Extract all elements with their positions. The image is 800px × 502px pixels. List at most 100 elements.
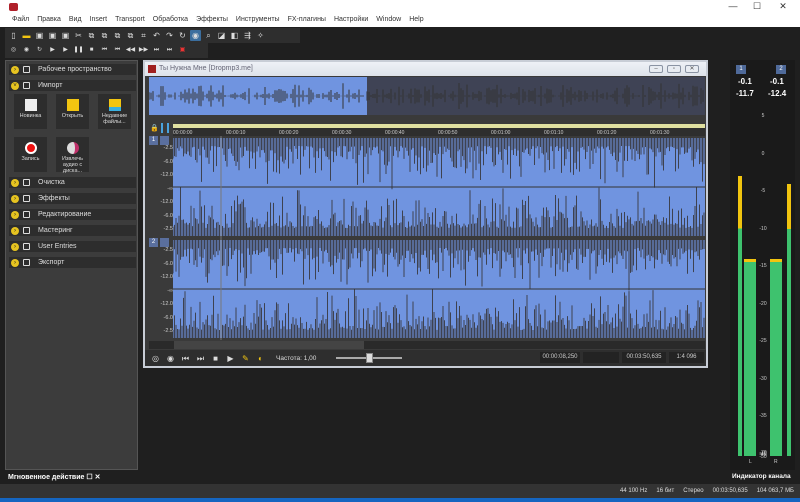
zoom-tool-icon[interactable]: ⌕ <box>203 30 214 41</box>
tile-new[interactable]: Новинка <box>14 94 47 129</box>
maximize-button[interactable]: ☐ <box>746 0 768 13</box>
waveform-area[interactable] <box>173 136 705 340</box>
repeat-icon[interactable]: ↻ <box>177 30 188 41</box>
chevron-down-icon: ˅ <box>11 82 19 90</box>
doc-close-button[interactable]: ✕ <box>685 65 699 73</box>
section-3[interactable]: ›Мастеринг <box>9 225 136 236</box>
doc-restore-button[interactable]: ▫ <box>667 65 681 73</box>
save-as-icon[interactable]: ▣ <box>47 30 58 41</box>
go-start-icon[interactable]: ⏮ <box>99 45 110 56</box>
save-icon[interactable]: ▣ <box>34 30 45 41</box>
loop-icon[interactable]: ◎ <box>150 353 161 364</box>
menu-item[interactable]: Help <box>405 13 427 27</box>
meter-channel-2[interactable]: 2 <box>776 65 786 74</box>
go-end-icon[interactable]: ⏭ <box>164 45 175 56</box>
section-2[interactable]: ›Редактирование <box>9 209 136 220</box>
new-icon[interactable]: ▯ <box>8 30 19 41</box>
region-icon[interactable]: ⇶ <box>242 30 253 41</box>
cut-icon[interactable]: ✂ <box>73 30 84 41</box>
menu-item[interactable]: Правка <box>33 13 65 27</box>
db-label: -2.5 <box>149 145 173 151</box>
menu-item[interactable]: Файл <box>8 13 33 27</box>
horizontal-scrollbar[interactable] <box>149 341 705 349</box>
menu-item[interactable]: Эффекты <box>192 13 232 27</box>
db-label: -6.0 <box>149 315 173 321</box>
status-item: 44 100 Hz <box>620 488 647 494</box>
meter-channel-1[interactable]: 1 <box>736 65 746 74</box>
track-number-2[interactable]: 2 <box>149 238 158 247</box>
collapse-track-button[interactable] <box>160 238 169 247</box>
section-label: Очистка <box>38 179 65 186</box>
fast-forward-icon[interactable]: ▶▶ <box>138 45 149 56</box>
rewind-icon[interactable]: ◀◀ <box>125 45 136 56</box>
menu-item[interactable]: Инструменты <box>232 13 284 27</box>
section-workspace[interactable]: ›Рабочее пространство <box>9 64 136 75</box>
play-icon[interactable]: ▶ <box>60 45 71 56</box>
section-icon <box>23 211 30 218</box>
pencil-icon[interactable]: ✎ <box>240 353 251 364</box>
select-icon[interactable]: ◧ <box>229 30 240 41</box>
paste-icon[interactable]: ⧉ <box>99 30 110 41</box>
pause-icon[interactable]: ❚❚ <box>73 45 84 56</box>
prev-marker-icon[interactable]: ⏮ <box>112 45 123 56</box>
track-number-1[interactable]: 1 <box>149 136 158 145</box>
play-icon[interactable]: ▶ <box>225 353 236 364</box>
lock-icon[interactable]: 🔒 <box>150 124 159 132</box>
overview-waveform[interactable] <box>149 77 705 115</box>
edit-tool-icon[interactable]: ◉ <box>190 30 201 41</box>
section-import[interactable]: ˅Импорт <box>9 80 136 91</box>
section-4[interactable]: ›User Entries <box>9 241 136 252</box>
copy-icon[interactable]: ⧉ <box>86 30 97 41</box>
float-icon[interactable]: ☐ <box>86 474 92 481</box>
help-icon[interactable]: ✧ <box>255 30 266 41</box>
skip-end-icon[interactable]: ⏭ <box>195 353 206 364</box>
minimize-button[interactable]: — <box>722 0 744 13</box>
next-marker-icon[interactable]: ⏭ <box>151 45 162 56</box>
section-5[interactable]: ›Экспорт <box>9 257 136 268</box>
tile-record[interactable]: Запись <box>14 137 47 172</box>
tile-open[interactable]: Открыть <box>56 94 89 129</box>
rate-slider[interactable] <box>336 353 402 363</box>
menu-item[interactable]: Настройки <box>330 13 372 27</box>
timeline-ruler[interactable]: 00:00:0000:00:1000:00:2000:00:3000:00:40… <box>173 124 705 136</box>
play-from-start-icon[interactable]: ▶ <box>47 45 58 56</box>
doc-minimize-button[interactable]: – <box>649 65 663 73</box>
save-all-icon[interactable]: ▣ <box>60 30 71 41</box>
peak-readout: -0.1 <box>738 77 752 86</box>
envelope-icon[interactable]: ◪ <box>216 30 227 41</box>
stop-icon[interactable]: ■ <box>86 45 97 56</box>
record-button-icon[interactable]: ▣ <box>177 45 188 56</box>
record-mode-icon[interactable]: ◉ <box>165 353 176 364</box>
menu-item[interactable]: Transport <box>111 13 149 27</box>
close-button[interactable]: ✕ <box>772 0 794 13</box>
section-1[interactable]: ›Эффекты <box>9 193 136 204</box>
skip-start-icon[interactable]: ⏮ <box>180 353 191 364</box>
tile-recent[interactable]: Недавние файлы... <box>98 94 131 129</box>
db-label: -∞ <box>149 186 173 192</box>
tile-extract-cd[interactable]: Извлечь аудио с диска... <box>56 137 89 172</box>
open-icon[interactable]: ▬ <box>21 30 32 41</box>
db-label: -2.5 <box>149 328 173 334</box>
collapse-track-button[interactable] <box>160 136 169 145</box>
loop-icon[interactable]: ◎ <box>8 45 19 56</box>
menu-item[interactable]: Вид <box>65 13 86 27</box>
refresh-icon[interactable]: ↻ <box>34 45 45 56</box>
paste-new-icon[interactable]: ⧉ <box>112 30 123 41</box>
record-mode-icon[interactable]: ◉ <box>21 45 32 56</box>
menu-item[interactable]: Insert <box>86 13 112 27</box>
close-panel-icon[interactable]: ✕ <box>95 474 101 481</box>
redo-icon[interactable]: ↷ <box>164 30 175 41</box>
snap-icon[interactable] <box>161 123 169 133</box>
menu-item[interactable]: Обработка <box>149 13 192 27</box>
menu-item[interactable]: Window <box>372 13 405 27</box>
scrub-icon[interactable]: ◐ <box>255 353 266 364</box>
meter-scale-label: 5 <box>757 113 769 119</box>
crop-icon[interactable]: ⌗ <box>138 30 149 41</box>
menu-item[interactable]: FX-плагины <box>284 13 330 27</box>
rate-slider-thumb[interactable] <box>366 353 373 363</box>
section-0[interactable]: ›Очистка <box>9 177 136 188</box>
mix-icon[interactable]: ⧉ <box>125 30 136 41</box>
stop-icon[interactable]: ■ <box>210 353 221 364</box>
undo-icon[interactable]: ↶ <box>151 30 162 41</box>
meter-scale-label: -70 <box>757 450 769 456</box>
